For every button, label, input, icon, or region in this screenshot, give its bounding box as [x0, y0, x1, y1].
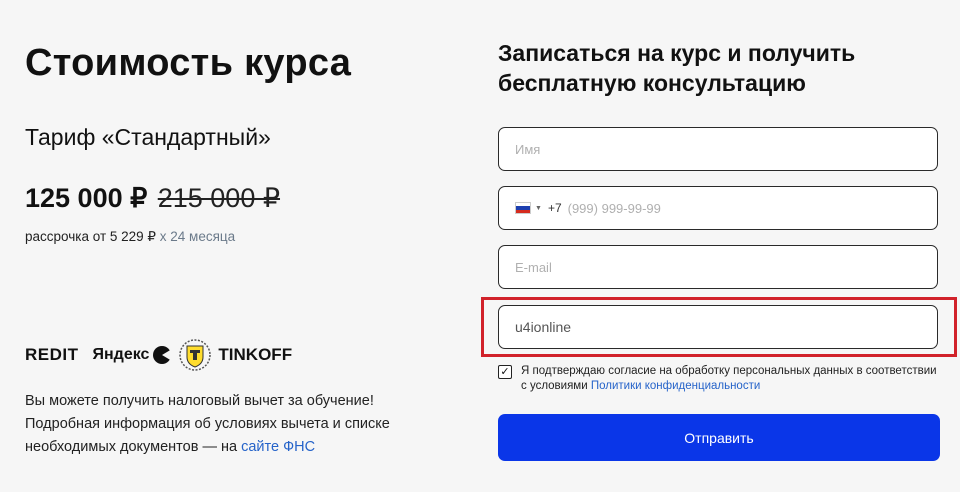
russia-flag-icon	[515, 202, 531, 214]
tinkoff-logo-text: TINKOFF	[218, 345, 293, 364]
email-input[interactable]: E-mail	[498, 245, 938, 289]
yandex-split-icon	[153, 346, 173, 364]
phone-input[interactable]: ▼ +7 (999) 999-99-99	[498, 186, 938, 230]
form-title: Записаться на курс и получить бесплатную…	[498, 38, 855, 98]
country-selector[interactable]: ▼ +7	[515, 201, 562, 215]
form-title-line1: Записаться на курс и получить	[498, 40, 856, 66]
price-current: 125 000 ₽	[25, 183, 148, 213]
extra-input[interactable]: u4ionline	[498, 305, 938, 349]
credit-logo: REDIT	[25, 345, 79, 364]
phone-placeholder: (999) 999-99-99	[567, 200, 661, 216]
fns-link[interactable]: сайте ФНС	[241, 439, 315, 455]
installment-term: х 24 месяца	[159, 229, 236, 244]
privacy-policy-link[interactable]: Политики конфиденциальности	[591, 380, 760, 392]
tax-deduction-info: Вы можете получить налоговый вычет за об…	[25, 390, 445, 459]
page-title: Стоимость курса	[25, 42, 352, 84]
tariff-label: Тариф «Стандартный»	[25, 124, 271, 150]
email-placeholder: E-mail	[515, 259, 552, 275]
name-input[interactable]: Имя	[498, 127, 938, 171]
yandex-logo: Яндекс	[93, 345, 173, 365]
partner-logos: REDIT Яндекс TINKOFF	[25, 339, 292, 371]
installment-amount: рассрочка от 5 229 ₽	[25, 229, 156, 244]
installment-info: рассрочка от 5 229 ₽ х 24 месяца	[25, 229, 235, 245]
consent-checkbox[interactable]: ✓	[498, 365, 512, 379]
tinkoff-logo: TINKOFF	[178, 339, 292, 371]
phone-code: +7	[547, 201, 562, 215]
name-placeholder: Имя	[515, 141, 541, 157]
extra-input-value: u4ionline	[515, 319, 572, 335]
consent-text: Я подтверждаю согласие на обработку перс…	[521, 364, 938, 394]
yandex-logo-text: Яндекс	[92, 346, 150, 363]
chevron-down-icon: ▼	[535, 204, 542, 212]
price-old: 215 000 ₽	[157, 183, 281, 213]
price-row: 125 000 ₽ 215 000 ₽	[25, 183, 280, 214]
tinkoff-shield-icon	[179, 339, 212, 371]
consent-row: ✓ Я подтверждаю согласие на обработку пе…	[498, 364, 938, 394]
form-title-line2: бесплатную консультацию	[498, 70, 806, 96]
submit-button[interactable]: Отправить	[498, 414, 940, 461]
tax-text: Вы можете получить налоговый вычет за об…	[25, 393, 390, 455]
